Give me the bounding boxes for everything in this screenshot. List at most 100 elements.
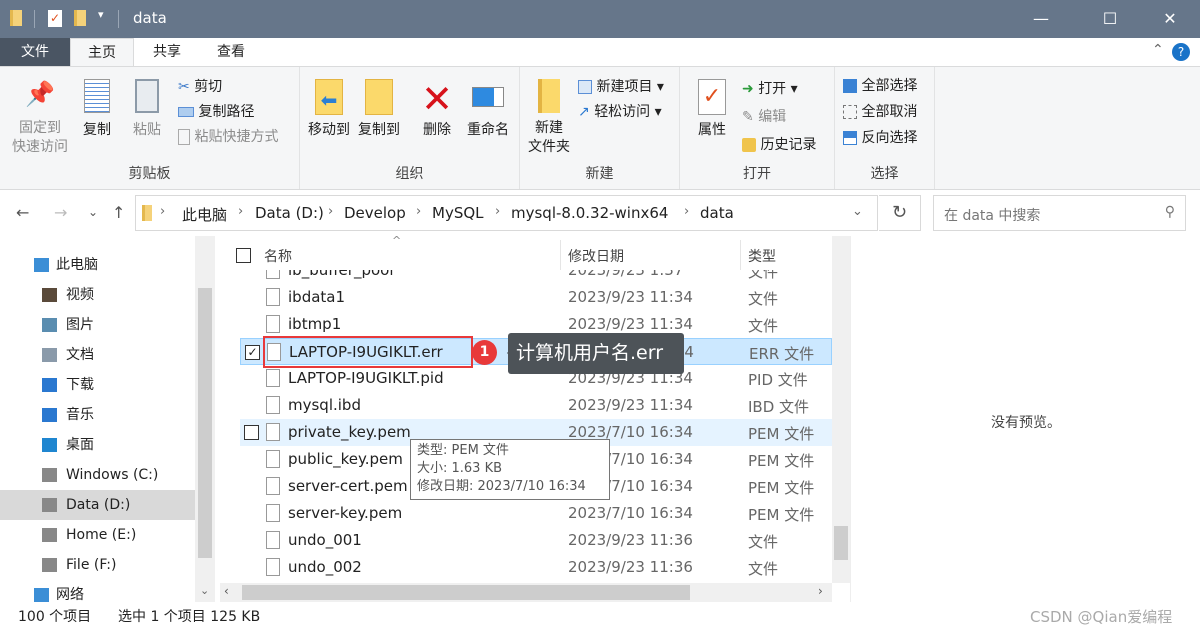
customize-dropdown-icon[interactable]: ▾	[98, 8, 104, 21]
nav-item[interactable]: Home (E:)	[0, 520, 195, 550]
chevron-right-icon[interactable]: ›	[160, 204, 165, 219]
copy-path-button[interactable]: 复制路径	[178, 100, 254, 124]
file-type: 文件	[748, 290, 779, 308]
tab-home[interactable]: 主页	[70, 38, 134, 67]
recent-locations-button[interactable]: ⌄	[88, 205, 98, 219]
folder-icon	[142, 205, 152, 221]
minimize-button[interactable]: —	[1018, 0, 1064, 38]
nav-item[interactable]: 下载	[0, 370, 195, 400]
tab-view[interactable]: 查看	[200, 38, 262, 66]
chevron-right-icon[interactable]: ›	[416, 204, 421, 219]
invert-selection-button[interactable]: 反向选择	[843, 126, 917, 150]
chevron-down-icon[interactable]: ⌄	[852, 204, 863, 219]
select-none-button[interactable]: 全部取消	[843, 100, 917, 124]
video-icon	[42, 288, 57, 302]
list-scrollbar[interactable]	[832, 236, 850, 583]
breadcrumb-data-drive[interactable]: Data (D:)	[255, 204, 324, 222]
select-all-checkbox[interactable]	[236, 248, 251, 263]
search-input[interactable]: 在 data 中搜索 ⚲	[933, 195, 1186, 231]
forward-button[interactable]: →	[54, 203, 67, 222]
new-item-button[interactable]: 新建项目 ▾	[578, 75, 664, 99]
new-item-icon	[578, 80, 592, 94]
nav-item[interactable]: Windows (C:)	[0, 460, 195, 490]
copy-to-button[interactable]: 复制到	[356, 79, 402, 140]
paste-button[interactable]: 粘贴	[128, 79, 166, 140]
nav-item[interactable]: 文档	[0, 340, 195, 370]
edit-button[interactable]: ✎ 编辑	[742, 105, 786, 129]
properties-button[interactable]: ✓ 属性	[690, 79, 734, 140]
select-all-button[interactable]: 全部选择	[843, 74, 917, 98]
scrollbar-thumb[interactable]	[834, 526, 848, 560]
chevron-right-icon[interactable]: ›	[238, 204, 243, 219]
scroll-left-icon[interactable]: ‹	[224, 584, 229, 598]
nav-item[interactable]: 视频	[0, 280, 195, 310]
move-to-button[interactable]: ⬅ 移动到	[306, 79, 352, 140]
history-button[interactable]: 历史记录	[742, 133, 816, 157]
nav-item[interactable]: 音乐	[0, 400, 195, 430]
column-header-name[interactable]: 名称	[264, 244, 292, 270]
paste-shortcut-button[interactable]: 粘贴快捷方式	[178, 125, 278, 149]
back-button[interactable]: ←	[16, 203, 29, 222]
tab-file[interactable]: 文件	[0, 38, 70, 66]
horizontal-scrollbar[interactable]: ‹ ›	[220, 583, 832, 602]
annotation-number-badge: 1	[472, 340, 497, 365]
breadcrumb-develop[interactable]: Develop	[344, 204, 406, 222]
easy-access-button[interactable]: ↗ 轻松访问 ▾	[578, 100, 662, 124]
scroll-right-icon[interactable]: ›	[818, 584, 823, 598]
file-row[interactable]: ibdata1 2023/9/23 11:34 文件	[240, 284, 832, 311]
refresh-button[interactable]: ↻	[879, 195, 921, 231]
nav-item[interactable]: 桌面	[0, 430, 195, 460]
copy-button[interactable]: 复制	[78, 79, 116, 140]
preview-pane: 没有预览。	[850, 236, 1200, 602]
pin-quick-access-button[interactable]: 📌 固定到 快速访问	[6, 82, 74, 157]
file-row[interactable]: server-key.pem 2023/7/10 16:34 PEM 文件	[240, 500, 832, 527]
scrollbar-thumb[interactable]	[198, 288, 212, 558]
breadcrumb-mysql-version[interactable]: mysql-8.0.32-winx64	[511, 204, 668, 222]
invert-selection-icon	[843, 131, 857, 145]
properties-icon[interactable]: ✓	[48, 10, 62, 27]
nav-item[interactable]: 图片	[0, 310, 195, 340]
row-checkbox[interactable]: ✓	[245, 345, 260, 360]
maximize-button[interactable]: ☐	[1087, 0, 1133, 38]
scrollbar-thumb[interactable]	[242, 585, 690, 600]
delete-icon: ✕	[421, 77, 453, 121]
file-row[interactable]: undo_001 2023/9/23 11:36 文件	[240, 527, 832, 554]
close-button[interactable]: ✕	[1147, 0, 1193, 38]
new-folder-button[interactable]: 新建 文件夹	[526, 79, 572, 157]
nav-item[interactable]: 此电脑	[0, 250, 195, 280]
rename-button[interactable]: 重命名	[464, 79, 512, 140]
breadcrumb-this-pc[interactable]: 此电脑	[182, 204, 227, 225]
delete-button[interactable]: ✕ 删除	[418, 79, 456, 140]
column-header-date[interactable]: 修改日期	[568, 244, 624, 270]
nav-scrollbar[interactable]: ⌄	[195, 236, 215, 602]
nav-item[interactable]: Data (D:)	[0, 490, 195, 520]
open-button[interactable]: ➜ 打开 ▾	[742, 77, 798, 101]
address-bar[interactable]: › 此电脑 › Data (D:) › Develop › MySQL › my…	[135, 195, 878, 231]
easy-access-icon: ↗	[578, 104, 590, 120]
row-checkbox[interactable]	[244, 425, 259, 440]
breadcrumb-data[interactable]: data	[700, 204, 734, 222]
scroll-down-icon[interactable]: ⌄	[200, 584, 209, 597]
chevron-right-icon[interactable]: ›	[328, 204, 333, 219]
file-row[interactable]: ib_buffer_pool 2023/9/23 1:37 文件	[240, 270, 832, 284]
help-icon[interactable]: ?	[1172, 43, 1190, 61]
collapse-ribbon-icon[interactable]: ⌃	[1152, 42, 1164, 58]
breadcrumb-mysql[interactable]: MySQL	[432, 204, 484, 222]
move-to-icon: ⬅	[315, 79, 343, 115]
group-label: 组织	[395, 166, 424, 182]
new-folder-icon[interactable]	[74, 10, 86, 26]
file-name: private_key.pem	[288, 423, 411, 441]
tab-share[interactable]: 共享	[136, 38, 198, 66]
chevron-right-icon[interactable]: ›	[495, 204, 500, 219]
file-row[interactable]: mysql.ibd 2023/9/23 11:34 IBD 文件	[240, 392, 832, 419]
nav-item[interactable]: File (F:)	[0, 550, 195, 580]
file-date: 2023/9/23 11:34	[568, 288, 693, 306]
group-label: 打开	[743, 166, 771, 182]
file-name: public_key.pem	[288, 450, 403, 468]
cut-button[interactable]: ✂ 剪切	[178, 75, 222, 99]
scissors-icon: ✂	[178, 79, 190, 95]
file-row[interactable]: undo_002 2023/9/23 11:36 文件	[240, 554, 832, 581]
column-header-type[interactable]: 类型	[748, 244, 776, 270]
chevron-right-icon[interactable]: ›	[684, 204, 689, 219]
up-button[interactable]: ↑	[112, 203, 125, 222]
